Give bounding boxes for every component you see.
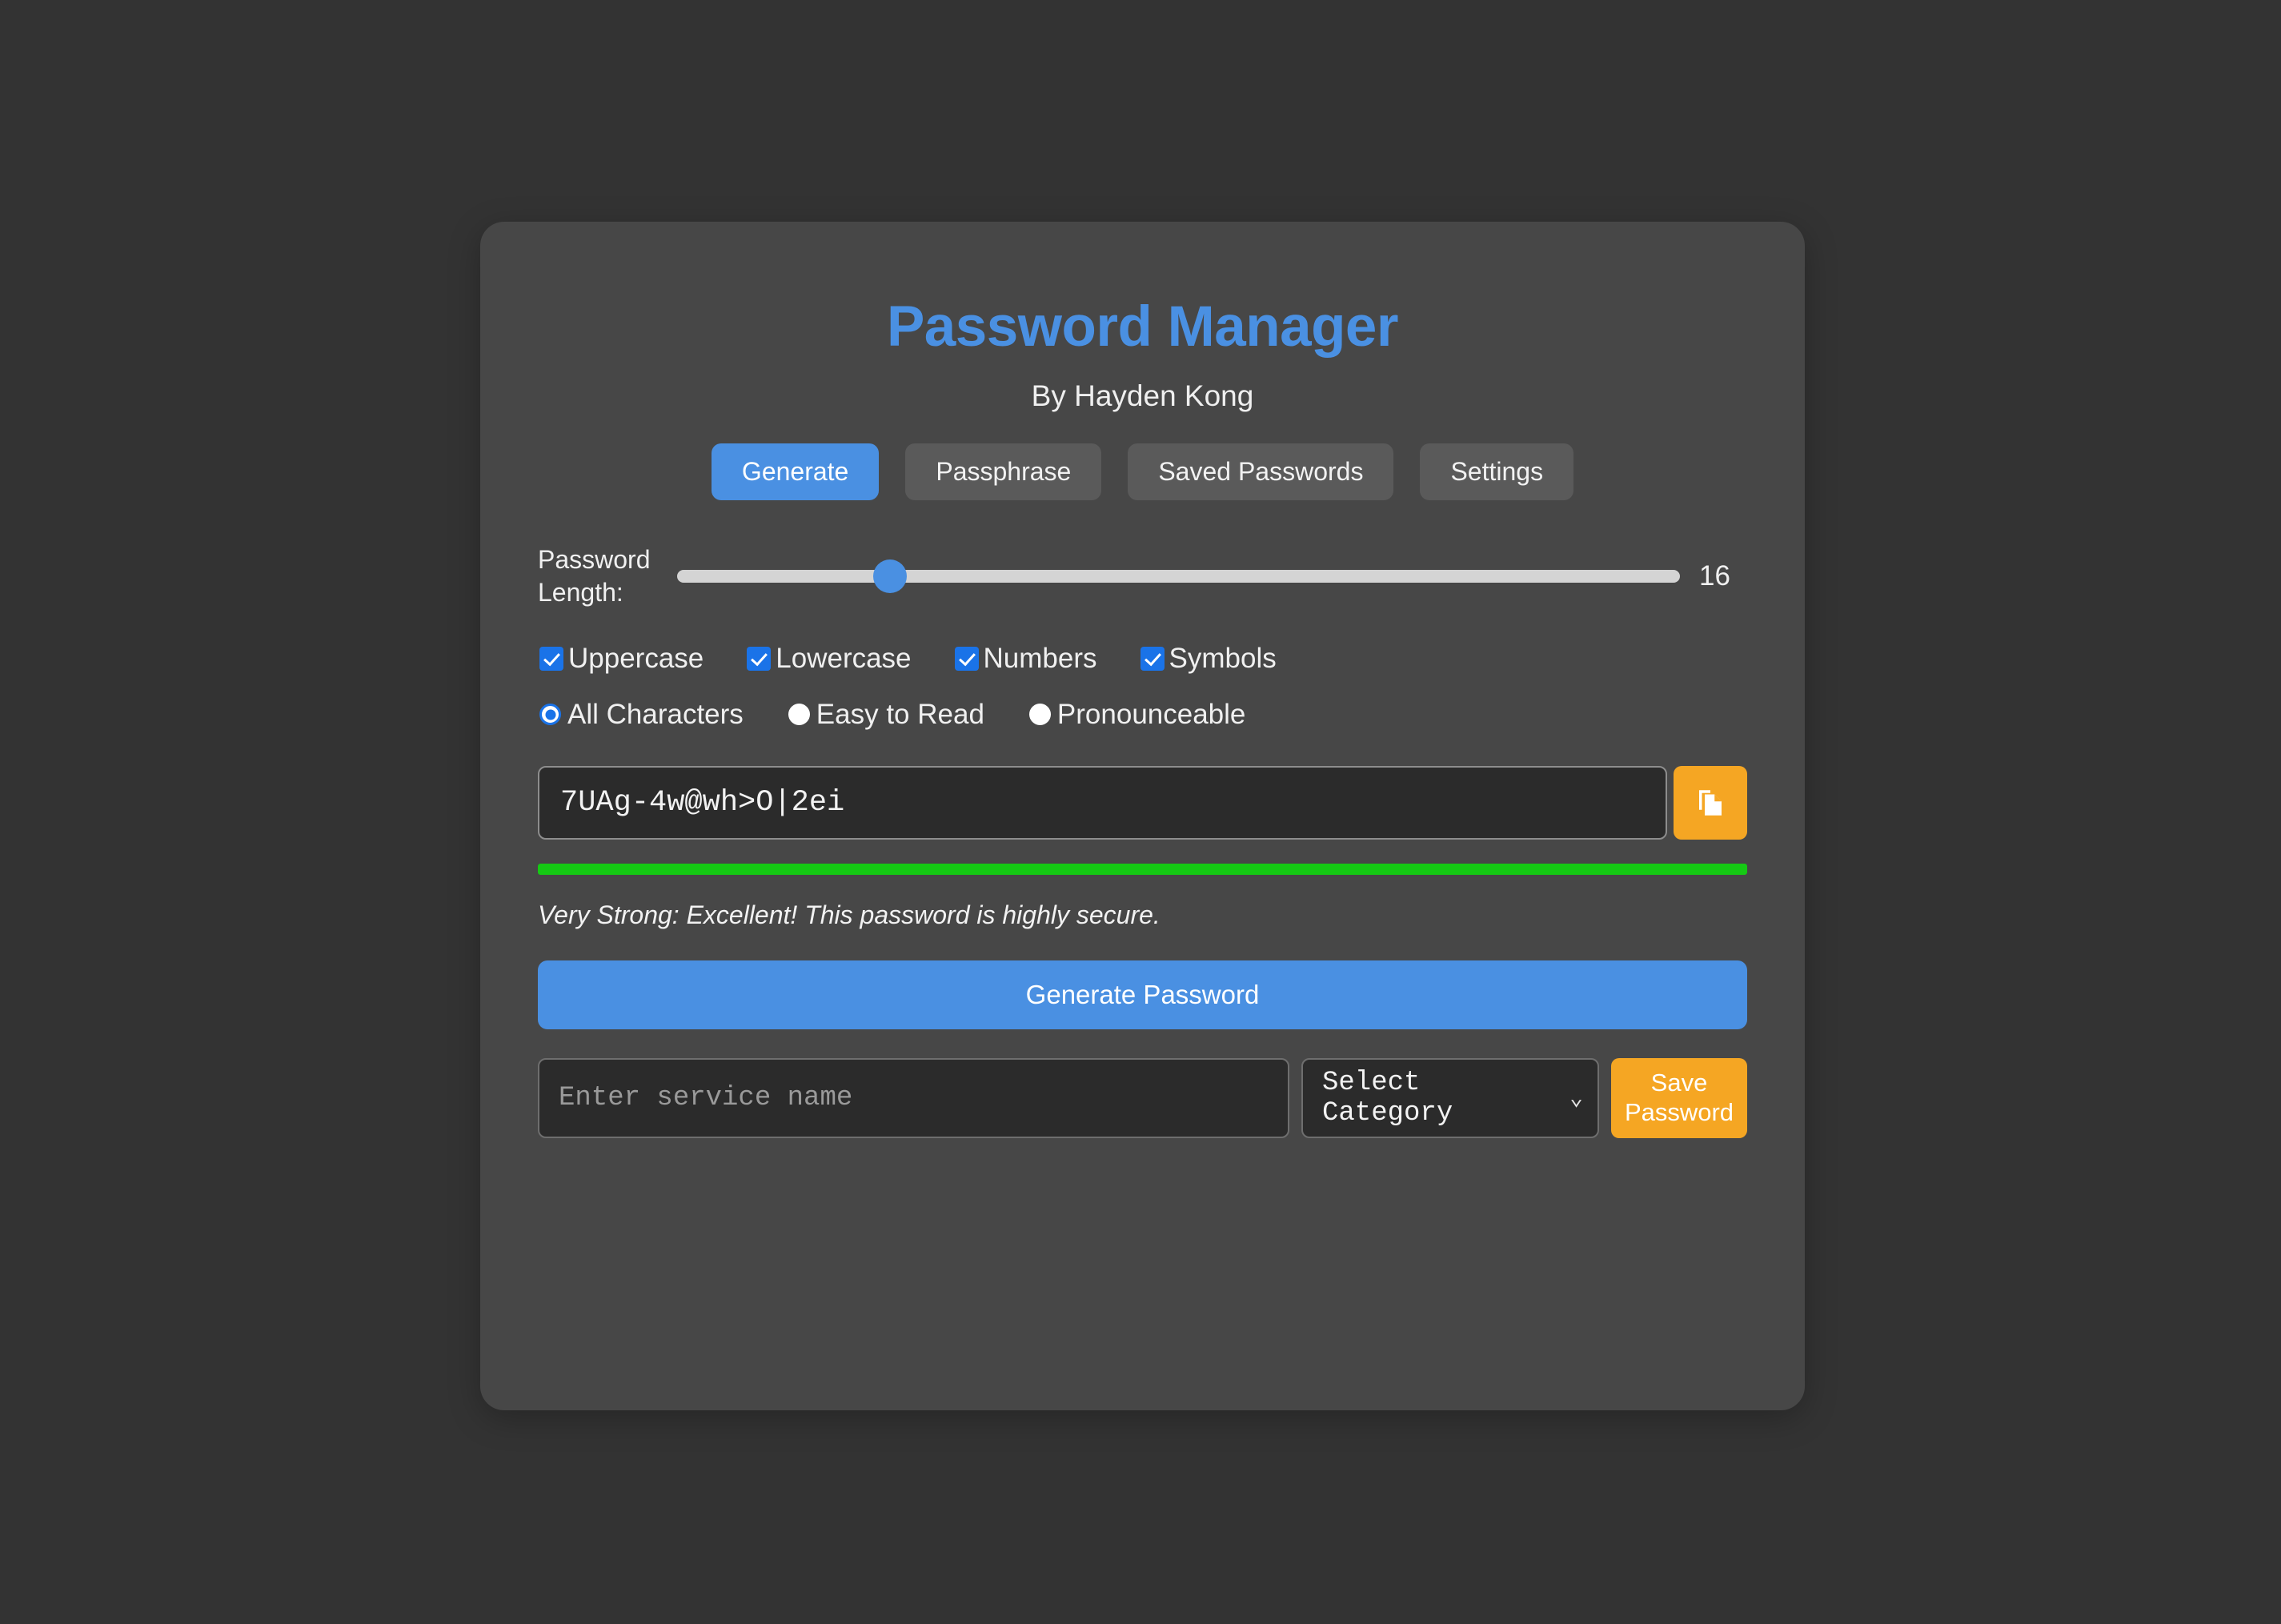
- radio-selected-icon[interactable]: [539, 704, 561, 726]
- strength-meter: [538, 863, 1747, 875]
- tab-settings[interactable]: Settings: [1420, 443, 1574, 500]
- radio-all-characters[interactable]: All Characters: [539, 699, 744, 731]
- checkbox-symbols[interactable]: Symbols: [1140, 643, 1277, 675]
- copy-icon: [1699, 790, 1722, 816]
- generated-password-field[interactable]: 7UAg-4w@wh>O|2ei: [538, 765, 1667, 840]
- app-root: Password Manager By Hayden Kong Generate…: [0, 0, 2281, 1624]
- tab-generate[interactable]: Generate: [711, 443, 880, 500]
- radio-pronounceable[interactable]: Pronounceable: [1028, 698, 1246, 731]
- checkbox-lowercase[interactable]: Lowercase: [747, 642, 912, 675]
- tab-saved-passwords[interactable]: Saved Passwords: [1128, 443, 1394, 500]
- category-select[interactable]: Select Category ⌄: [1301, 1057, 1599, 1138]
- radio-unselected-icon[interactable]: [1028, 704, 1051, 726]
- chevron-down-icon: ⌄: [1569, 1087, 1583, 1113]
- checkbox-numbers[interactable]: Numbers: [954, 642, 1097, 675]
- strength-meter-fill: [538, 863, 1747, 875]
- checkmark-icon[interactable]: [1140, 646, 1165, 671]
- page-title: Password Manager: [886, 295, 1399, 359]
- app-subtitle: By Hayden Kong: [1031, 379, 1254, 412]
- password-length-label: Password Length:: [538, 545, 651, 607]
- copy-password-button[interactable]: [1674, 765, 1747, 840]
- checkbox-uppercase-label: Uppercase: [568, 642, 704, 674]
- service-name-input[interactable]: [538, 1057, 1289, 1138]
- checkbox-uppercase[interactable]: Uppercase: [539, 643, 704, 675]
- strength-description: Very Strong: Excellent! This password is…: [538, 900, 1161, 929]
- checkbox-symbols-label: Symbols: [1169, 642, 1277, 674]
- mode-options: All Characters Easy to Read Pronounceabl…: [538, 699, 1747, 731]
- radio-pronounceable-label: Pronounceable: [1056, 698, 1246, 730]
- password-manager-card: Password Manager By Hayden Kong Generate…: [480, 222, 1805, 1410]
- checkmark-icon[interactable]: [747, 646, 772, 671]
- radio-easy-to-read[interactable]: Easy to Read: [788, 699, 984, 731]
- password-length-value: 16: [1699, 559, 1730, 591]
- slider-track: [677, 569, 1680, 583]
- category-select-value: Select Category: [1322, 1067, 1453, 1129]
- password-length-slider[interactable]: [677, 559, 1680, 593]
- generated-password-row: 7UAg-4w@wh>O|2ei: [538, 765, 1747, 840]
- checkmark-icon[interactable]: [954, 646, 979, 671]
- save-password-row: Select Category ⌄ Save Password: [538, 1057, 1747, 1138]
- radio-all-characters-label: All Characters: [567, 698, 744, 730]
- radio-unselected-icon[interactable]: [788, 704, 810, 726]
- tab-passphrase[interactable]: Passphrase: [905, 443, 1102, 500]
- radio-easy-to-read-label: Easy to Read: [816, 698, 984, 730]
- slider-thumb[interactable]: [872, 559, 907, 593]
- checkmark-icon[interactable]: [539, 646, 563, 671]
- generate-password-button[interactable]: Generate Password: [538, 960, 1747, 1029]
- character-options: Uppercase Lowercase Numbers Symbols: [538, 643, 1747, 675]
- tab-bar: Generate Passphrase Saved Passwords Sett…: [538, 443, 1747, 500]
- save-password-button[interactable]: Save Password: [1611, 1057, 1747, 1138]
- checkbox-numbers-label: Numbers: [983, 642, 1097, 674]
- checkbox-lowercase-label: Lowercase: [776, 642, 912, 674]
- password-length-row: Password Length: 16: [538, 543, 1747, 609]
